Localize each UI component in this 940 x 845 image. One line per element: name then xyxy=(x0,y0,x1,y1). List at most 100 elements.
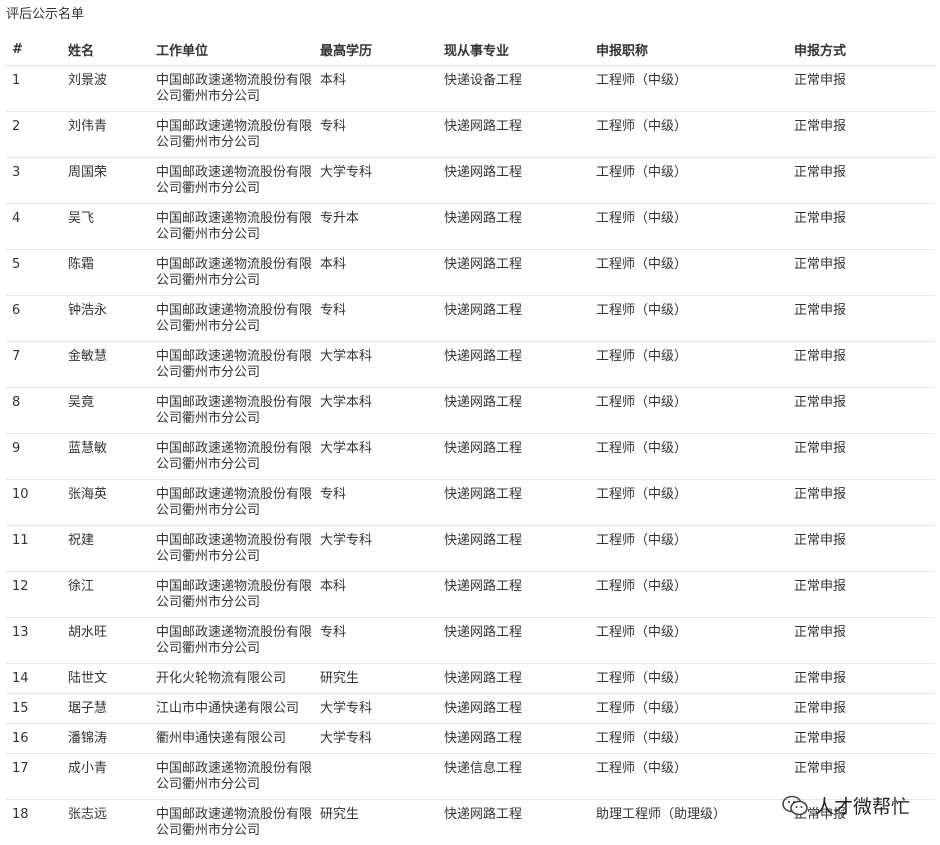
row-index: 13 xyxy=(6,617,62,664)
row-title: 工程师（中级） xyxy=(590,203,788,250)
row-education: 大学专科 xyxy=(314,723,438,754)
row-major: 快递网路工程 xyxy=(438,617,590,664)
row-name: 刘景波 xyxy=(62,65,150,112)
row-major: 快递网路工程 xyxy=(438,111,590,158)
row-education: 专科 xyxy=(314,479,438,526)
table-row: 11 祝建 中国邮政速递物流股份有限公司衢州市分公司 大学专科 快递网路工程 工程师（中级… xyxy=(6,525,935,572)
row-name: 祝建 xyxy=(62,525,150,572)
row-org: 开化火轮物流有限公司 xyxy=(150,663,314,694)
row-major: 快递网路工程 xyxy=(438,203,590,250)
row-index: 11 xyxy=(6,525,62,572)
row-title: 工程师（中级） xyxy=(590,525,788,572)
header-title: 申报职称 xyxy=(590,34,788,66)
row-major: 快递网路工程 xyxy=(438,295,590,342)
table-row: 14 陆世文 开化火轮物流有限公司 研究生 快递网路工程 工程师（中级） 正常申报 xyxy=(6,663,935,694)
row-index: 7 xyxy=(6,341,62,388)
row-mode: 正常申报 xyxy=(788,341,935,388)
row-major: 快递网路工程 xyxy=(438,663,590,694)
row-title: 工程师（中级） xyxy=(590,249,788,296)
row-education: 大学本科 xyxy=(314,341,438,388)
row-education: 大学本科 xyxy=(314,387,438,434)
row-title: 工程师（中级） xyxy=(590,663,788,694)
row-name: 刘伟青 xyxy=(62,111,150,158)
row-org: 中国邮政速递物流股份有限公司衢州市分公司 xyxy=(150,295,314,342)
row-title: 工程师（中级） xyxy=(590,693,788,724)
row-name: 琚子慧 xyxy=(62,693,150,724)
row-education: 大学专科 xyxy=(314,693,438,724)
row-title: 工程师（中级） xyxy=(590,111,788,158)
table-row: 13 胡水旺 中国邮政速递物流股份有限公司衢州市分公司 专科 快递网路工程 工程师（中级）… xyxy=(6,617,935,664)
row-title: 工程师（中级） xyxy=(590,479,788,526)
row-major: 快递网路工程 xyxy=(438,571,590,618)
row-mode: 正常申报 xyxy=(788,157,935,204)
table-row: 4 吴飞 中国邮政速递物流股份有限公司衢州市分公司 专升本 快递网路工程 工程师（中级）正… xyxy=(6,203,935,250)
row-index: 16 xyxy=(6,723,62,754)
row-mode: 正常申报 xyxy=(788,249,935,296)
row-name: 张海英 xyxy=(62,479,150,526)
table-body: 1 刘景波 中国邮政速递物流股份有限公司衢州市分公司 本科 快递设备工程 工程师（中级）正… xyxy=(6,65,935,845)
row-org: 中国邮政速递物流股份有限公司衢州市分公司 xyxy=(150,479,314,526)
row-major: 快递网路工程 xyxy=(438,433,590,480)
row-title: 工程师（中级） xyxy=(590,433,788,480)
row-major: 快递网路工程 xyxy=(438,723,590,754)
row-index: 18 xyxy=(6,799,62,845)
row-mode: 正常申报 xyxy=(788,479,935,526)
row-mode: 正常申报 xyxy=(788,663,935,694)
table-row: 1 刘景波 中国邮政速递物流股份有限公司衢州市分公司 本科 快递设备工程 工程师（中级）正… xyxy=(6,65,935,112)
row-index: 8 xyxy=(6,387,62,434)
row-index: 12 xyxy=(6,571,62,618)
row-major: 快递网路工程 xyxy=(438,479,590,526)
row-mode: 正常申报 xyxy=(788,295,935,342)
watermark-text: 人才微帮忙 xyxy=(814,796,910,818)
row-index: 1 xyxy=(6,65,62,112)
row-index: 3 xyxy=(6,157,62,204)
row-index: 10 xyxy=(6,479,62,526)
row-name: 陆世文 xyxy=(62,663,150,694)
row-index: 15 xyxy=(6,693,62,724)
row-name: 胡水旺 xyxy=(62,617,150,664)
row-org: 衢州申通快递有限公司 xyxy=(150,723,314,754)
row-mode: 正常申报 xyxy=(788,387,935,434)
row-name: 陈霜 xyxy=(62,249,150,296)
header-major: 现从事专业 xyxy=(438,34,590,66)
row-education: 大学专科 xyxy=(314,525,438,572)
row-education: 本科 xyxy=(314,65,438,112)
row-mode: 正常申报 xyxy=(788,723,935,754)
row-major: 快递网路工程 xyxy=(438,387,590,434)
row-mode: 正常申报 xyxy=(788,571,935,618)
row-org: 中国邮政速递物流股份有限公司衢州市分公司 xyxy=(150,571,314,618)
row-major: 快递网路工程 xyxy=(438,525,590,572)
row-title: 工程师（中级） xyxy=(590,157,788,204)
row-name: 吴飞 xyxy=(62,203,150,250)
row-index: 9 xyxy=(6,433,62,480)
table-header-row: # 姓名 工作单位 最高学历 现从事专业 申报职称 申报方式 xyxy=(6,34,935,66)
table-row: 12 徐江 中国邮政速递物流股份有限公司衢州市分公司 本科 快递网路工程 工程师（中级）正… xyxy=(6,571,935,618)
row-org: 中国邮政速递物流股份有限公司衢州市分公司 xyxy=(150,753,314,800)
row-mode: 正常申报 xyxy=(788,525,935,572)
table-row: 6 钟浩永 中国邮政速递物流股份有限公司衢州市分公司 专科 快递网路工程 工程师（中级）正… xyxy=(6,295,935,342)
table-row: 3 周国荣 中国邮政速递物流股份有限公司衢州市分公司 大学专科 快递网路工程 工程师（中级… xyxy=(6,157,935,204)
page-title: 评后公示名单 xyxy=(6,7,85,22)
row-org: 中国邮政速递物流股份有限公司衢州市分公司 xyxy=(150,433,314,480)
row-mode: 正常申报 xyxy=(788,111,935,158)
table-row: 16 潘锦涛 衢州申通快递有限公司 大学专科 快递网路工程 工程师（中级） 正常申报 xyxy=(6,723,935,754)
row-index: 4 xyxy=(6,203,62,250)
row-mode: 正常申报 xyxy=(788,203,935,250)
watermark: 人才微帮忙 xyxy=(781,792,910,819)
row-education: 专科 xyxy=(314,111,438,158)
row-index: 5 xyxy=(6,249,62,296)
row-name: 徐江 xyxy=(62,571,150,618)
row-title: 工程师（中级） xyxy=(590,65,788,112)
row-name: 吴竟 xyxy=(62,387,150,434)
row-major: 快递设备工程 xyxy=(438,65,590,112)
row-org: 中国邮政速递物流股份有限公司衢州市分公司 xyxy=(150,387,314,434)
row-education: 研究生 xyxy=(314,663,438,694)
row-education: 大学本科 xyxy=(314,433,438,480)
row-org: 中国邮政速递物流股份有限公司衢州市分公司 xyxy=(150,65,314,112)
row-major: 快递网路工程 xyxy=(438,157,590,204)
row-org: 中国邮政速递物流股份有限公司衢州市分公司 xyxy=(150,525,314,572)
row-major: 快递网路工程 xyxy=(438,341,590,388)
row-mode: 正常申报 xyxy=(788,65,935,112)
table-row: 7 金敏慧 中国邮政速递物流股份有限公司衢州市分公司 大学本科 快递网路工程 工程师（中级… xyxy=(6,341,935,388)
header-mode: 申报方式 xyxy=(788,34,935,66)
